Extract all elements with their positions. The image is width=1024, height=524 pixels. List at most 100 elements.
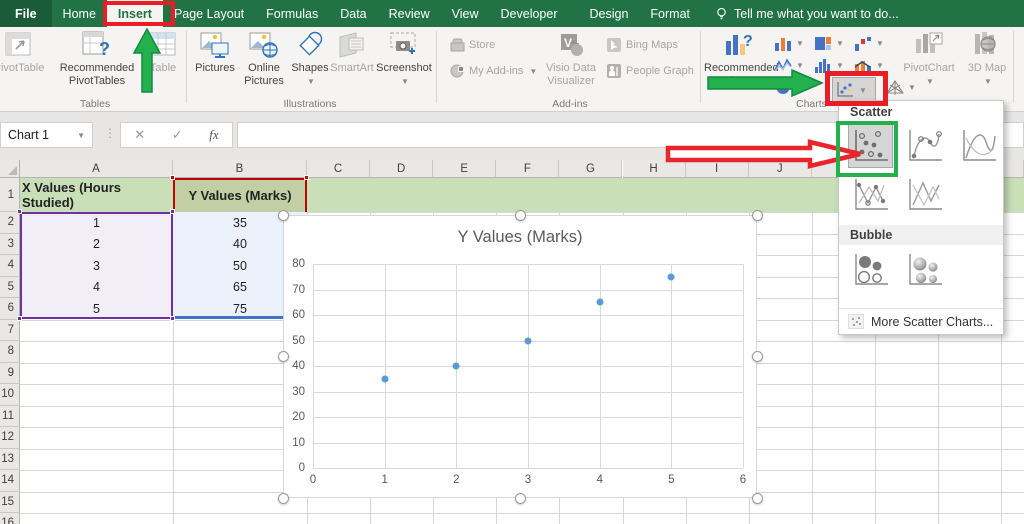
column-header-A[interactable]: A xyxy=(20,160,173,178)
annotation-red-box-insert-tab xyxy=(103,1,175,26)
cell-A5[interactable]: 4 xyxy=(22,277,171,299)
my-addins-button[interactable]: My Add-ins ▼ xyxy=(450,64,537,78)
tab-design[interactable]: Design xyxy=(579,0,640,27)
my-addins-label: My Add-ins xyxy=(469,65,524,77)
scatter-data-point[interactable] xyxy=(596,298,604,306)
menu-item-3d-bubble[interactable] xyxy=(902,248,947,292)
row-header-16[interactable]: 16 xyxy=(0,513,20,524)
range-handle[interactable] xyxy=(170,209,175,214)
online-pictures-button[interactable]: Online Pictures xyxy=(240,30,288,87)
column-header-F[interactable]: F xyxy=(496,160,560,178)
tab-data[interactable]: Data xyxy=(329,0,377,27)
shapes-button[interactable]: Shapes ▼ xyxy=(290,30,330,86)
chart-selection-handle[interactable] xyxy=(751,492,763,504)
cell-A6[interactable]: 5 xyxy=(22,298,171,320)
column-header-E[interactable]: E xyxy=(433,160,497,178)
y-axis-tick-label: 60 xyxy=(292,309,305,321)
scatter-data-point[interactable] xyxy=(524,337,532,344)
name-box-dropdown-arrow[interactable]: ▼ xyxy=(77,131,85,140)
row-header-4[interactable]: 4 xyxy=(0,255,20,277)
select-all-corner[interactable] xyxy=(0,160,20,178)
range-handle[interactable] xyxy=(17,316,22,321)
svg-text:V: V xyxy=(564,36,572,50)
column-header-C[interactable]: C xyxy=(307,160,371,178)
scatter-data-point[interactable] xyxy=(381,375,389,383)
cell-B1[interactable]: Y Values (Marks) xyxy=(175,178,305,212)
insert-column-chart-button[interactable]: ▼ xyxy=(772,34,804,53)
tab-home[interactable]: Home xyxy=(52,0,107,27)
row-header-13[interactable]: 13 xyxy=(0,448,20,470)
chart-selection-handle[interactable] xyxy=(751,351,763,362)
tab-developer[interactable]: Developer xyxy=(490,0,569,27)
row-header-1[interactable]: 1 xyxy=(0,178,20,212)
range-handle[interactable] xyxy=(170,175,175,180)
tab-formulas[interactable]: Formulas xyxy=(255,0,329,27)
range-handle[interactable] xyxy=(170,316,175,321)
chart-plot-area[interactable]: 0 1 2 3 4 5 6 0 10 20 30 40 50 60 70 80 xyxy=(292,258,746,486)
row-header-5[interactable]: 5 xyxy=(0,276,20,298)
column-header-D[interactable]: D xyxy=(370,160,434,178)
pivottable-button[interactable]: PivotTable xyxy=(0,30,48,75)
tables-group-label: Tables xyxy=(79,98,111,110)
row-header-12[interactable]: 12 xyxy=(0,427,20,449)
column-header-G[interactable]: G xyxy=(559,160,623,178)
chart-selection-handle[interactable] xyxy=(514,209,526,221)
menu-item-scatter-smooth-markers[interactable] xyxy=(902,124,947,168)
smartart-button[interactable]: SmartArt xyxy=(328,30,376,75)
cell-A1[interactable]: X Values (Hours Studied) xyxy=(22,178,172,212)
row-header-11[interactable]: 11 xyxy=(0,405,20,427)
tab-page-layout[interactable]: Page Layout xyxy=(163,0,255,27)
tab-format[interactable]: Format xyxy=(639,0,701,27)
x-axis-tick-label: 3 xyxy=(524,474,532,486)
tab-view[interactable]: View xyxy=(441,0,490,27)
insert-hierarchy-chart-button[interactable]: ▼ xyxy=(812,34,844,53)
chart-selection-handle[interactable] xyxy=(277,492,289,504)
row-header-14[interactable]: 14 xyxy=(0,470,20,492)
chart-title[interactable]: Y Values (Marks) xyxy=(284,228,756,247)
insert-waterfall-chart-button[interactable]: ▼ xyxy=(852,34,884,53)
insert-function-icon[interactable]: fx xyxy=(209,127,218,143)
tell-me-box[interactable]: Tell me what you want to do... xyxy=(701,0,899,27)
shapes-label: Shapes xyxy=(291,62,329,74)
people-graph-button[interactable]: People Graph xyxy=(607,64,694,78)
row-header-9[interactable]: 9 xyxy=(0,362,20,384)
chart-selection-handle[interactable] xyxy=(277,209,289,221)
pictures-button[interactable]: Pictures xyxy=(192,30,238,75)
name-box[interactable]: Chart 1 ▼ xyxy=(0,122,93,148)
row-header-3[interactable]: 3 xyxy=(0,233,20,255)
visio-data-visualizer-button[interactable]: V Visio Data Visualizer xyxy=(540,30,602,87)
cell-A4[interactable]: 3 xyxy=(22,255,171,277)
tab-review[interactable]: Review xyxy=(378,0,441,27)
row-header-8[interactable]: 8 xyxy=(0,341,20,363)
scatter-chart-object[interactable]: Y Values (Marks) 0 1 2 3 4 5 6 0 10 20 30 40 50 60 70 8… xyxy=(283,215,757,498)
row-header-15[interactable]: 15 xyxy=(0,491,20,513)
cell-A3[interactable]: 2 xyxy=(22,234,171,256)
range-handle[interactable] xyxy=(17,209,22,214)
scatter-data-point[interactable] xyxy=(667,273,675,281)
cell-A2[interactable]: 1 xyxy=(22,212,171,234)
tab-file[interactable]: File xyxy=(0,0,52,27)
menu-item-scatter-smooth[interactable] xyxy=(956,124,1001,168)
more-scatter-charts-item[interactable]: More Scatter Charts... xyxy=(839,308,1003,334)
store-button[interactable]: Store xyxy=(450,38,495,52)
row-header-7[interactable]: 7 xyxy=(0,319,20,341)
menu-item-bubble[interactable] xyxy=(848,248,893,292)
menu-item-scatter-straight[interactable] xyxy=(902,173,947,217)
column-header-B[interactable]: B xyxy=(173,160,307,178)
chart-selection-handle[interactable] xyxy=(751,209,763,221)
bing-maps-label: Bing Maps xyxy=(626,39,678,51)
3d-map-button[interactable]: 3D Map ▼ xyxy=(964,30,1010,87)
cancel-entry-icon[interactable]: ✕ xyxy=(134,127,145,143)
chart-selection-handle[interactable] xyxy=(514,492,526,504)
range-handle[interactable] xyxy=(304,175,309,180)
scatter-data-point[interactable] xyxy=(452,362,460,370)
menu-item-scatter-straight-markers[interactable] xyxy=(848,173,893,217)
chart-selection-handle[interactable] xyxy=(277,351,289,362)
bing-maps-button[interactable]: Bing Maps xyxy=(607,38,678,52)
pivotchart-button[interactable]: PivotChart ▼ xyxy=(900,30,958,86)
row-header-2[interactable]: 2 xyxy=(0,212,20,234)
recommended-pivottables-button[interactable]: ? Recommended PivotTables xyxy=(52,30,142,87)
confirm-entry-icon[interactable]: ✓ xyxy=(172,127,183,143)
row-header-10[interactable]: 10 xyxy=(0,384,20,406)
screenshot-button[interactable]: Screenshot ▼ xyxy=(376,30,432,86)
